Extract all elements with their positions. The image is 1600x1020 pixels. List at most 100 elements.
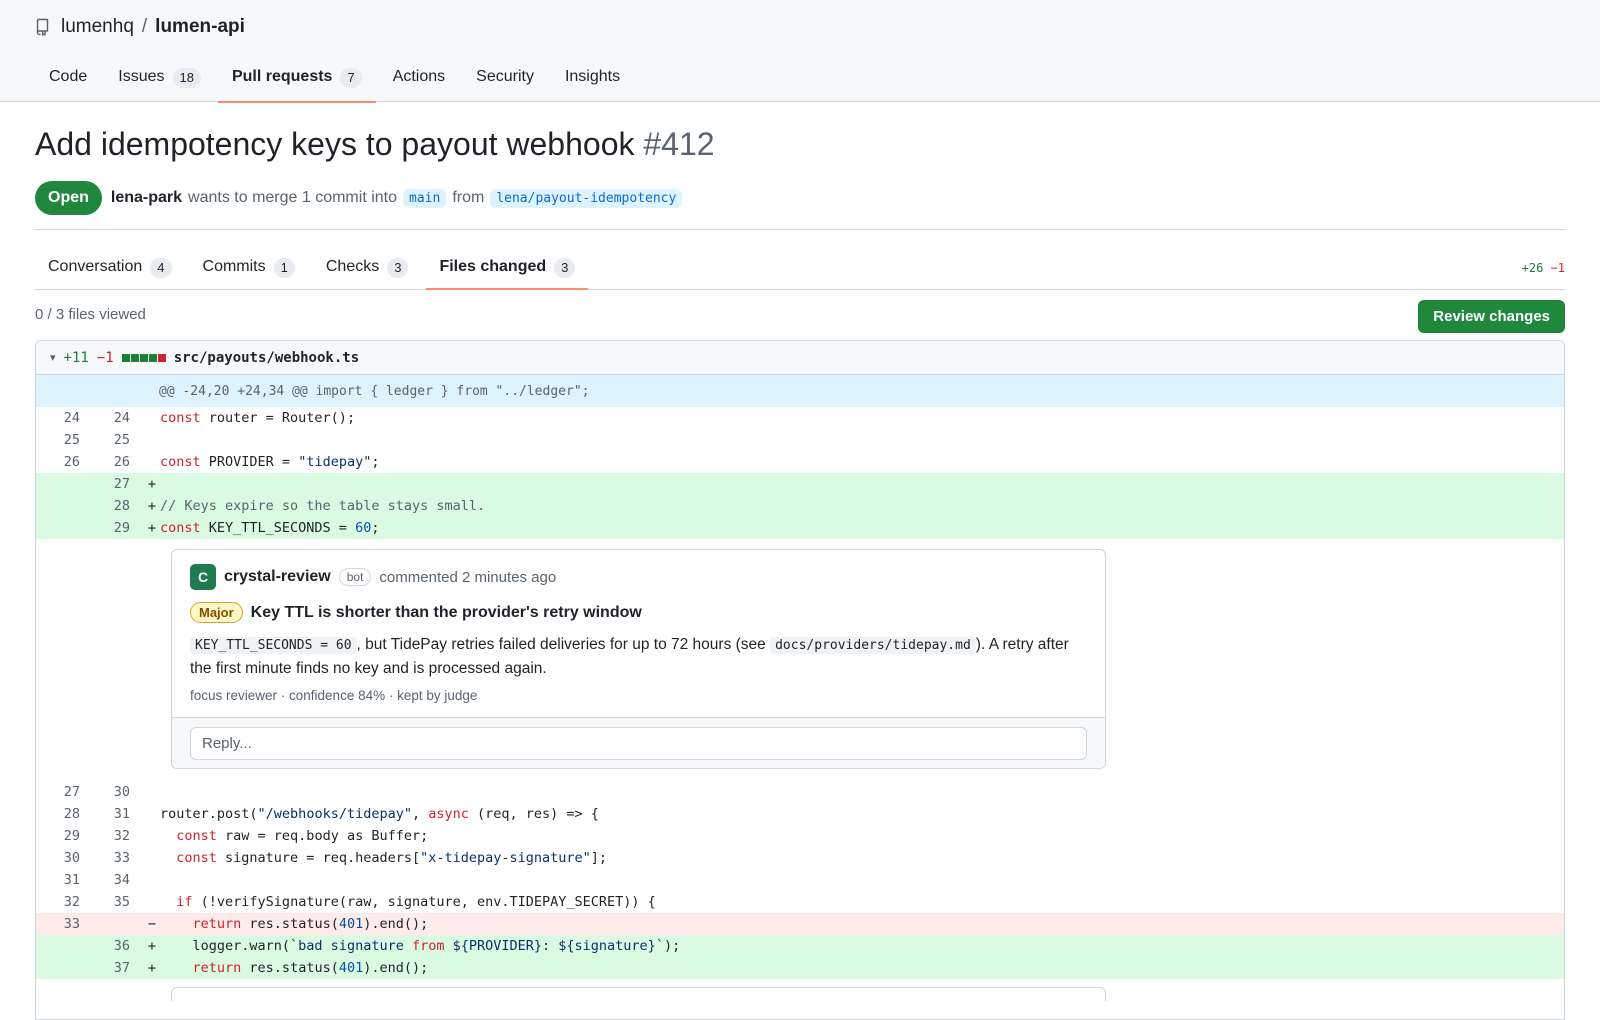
repo-tab-label: Pull requests: [231, 68, 333, 85]
old-line-number[interactable]: 26: [36, 454, 86, 470]
repo-tab-label: Security: [476, 68, 534, 85]
old-line-number[interactable]: 33: [36, 916, 86, 932]
repo-title: lumenhq / lumen-api: [35, 16, 245, 38]
inline-code: KEY_TTL_SECONDS = 60: [190, 637, 357, 654]
diffstat-block: [130, 353, 139, 362]
diff-line: 28 31 router.post("/webhooks/tidepay", as…: [36, 803, 1564, 825]
old-line-number[interactable]: 24: [36, 410, 86, 426]
line-code: const raw = req.body as Buffer;: [176, 828, 429, 844]
hunk-header[interactable]: @@ -24,20 +24,34 @@ import { ledger } fr…: [36, 375, 1564, 407]
comment-footer: focus reviewer · confidence 84% · kept b…: [190, 688, 478, 703]
file-path-link[interactable]: src/payouts/webhook.ts: [174, 350, 359, 366]
new-line-number[interactable]: 36: [86, 938, 136, 954]
diffstat-block: [139, 353, 148, 362]
diff-line: 32 35 if (!verifySignature(raw, signature…: [36, 891, 1564, 913]
line-code: return res.status(401).end();: [192, 916, 429, 932]
head-branch[interactable]: lena/payout-idempotency: [490, 188, 683, 208]
old-line-number[interactable]: 28: [36, 806, 86, 822]
new-line-number[interactable]: 31: [86, 806, 136, 822]
tab-files-changed[interactable]: Files changed 3: [426, 248, 589, 290]
line-code: if (!verifySignature(raw, signature, env…: [176, 894, 656, 910]
line-code: const PROVIDER = "tidepay";: [160, 454, 380, 470]
repo-name-link[interactable]: lumen-api: [155, 16, 245, 38]
repo-owner-link[interactable]: lumenhq: [61, 16, 134, 38]
pr-tabs: Conversation 4 Commits 1 Checks 3 Files cha…: [35, 248, 1565, 290]
repo-tab-security[interactable]: Security: [462, 58, 548, 102]
file-diff: ▾ +11 −1 src/payouts/webhook.ts @@ -24,2…: [35, 340, 1565, 1020]
diff-line: 24 24 const router = Router();: [36, 407, 1564, 429]
new-line-number[interactable]: 32: [86, 828, 136, 844]
tab-label: Conversation: [48, 258, 143, 275]
line-code: const signature = req.headers["x-tidepay…: [176, 850, 608, 866]
line-code: logger.warn(`bad signature from ${PROVID…: [160, 938, 681, 954]
base-branch[interactable]: main: [403, 188, 447, 208]
new-line-number[interactable]: 30: [86, 784, 136, 800]
reply-area: [172, 717, 1105, 768]
file-deletions: −1: [96, 349, 114, 366]
pr-author-link[interactable]: lena-park: [111, 189, 182, 207]
new-line-number[interactable]: 29: [86, 520, 136, 536]
comment-body: C crystal-review bot commented 2 minutes…: [172, 550, 1105, 717]
old-line-number[interactable]: 30: [36, 850, 86, 866]
diff-line: 26 26 const PROVIDER = "tidepay";: [36, 451, 1564, 473]
comment-text: KEY_TTL_SECONDS = 60, but TidePay retrie…: [190, 633, 1087, 680]
tab-checks[interactable]: Checks 3: [313, 248, 422, 289]
finding-header: Major Key TTL is shorter than the provid…: [190, 602, 1087, 623]
diffstat-total: +26 −1: [1522, 261, 1565, 275]
new-line-number[interactable]: 33: [86, 850, 136, 866]
comment-author-link[interactable]: crystal-review: [224, 568, 331, 586]
repo-tab-insights[interactable]: Insights: [551, 58, 634, 102]
collapse-chevron-icon[interactable]: ▾: [50, 351, 56, 364]
new-line-number[interactable]: 35: [86, 894, 136, 910]
tab-commits[interactable]: Commits 1: [190, 248, 308, 289]
tab-label: Checks: [325, 258, 380, 275]
tab-conversation[interactable]: Conversation 4: [35, 248, 185, 289]
tab-label: Commits: [202, 258, 266, 275]
diff-line: 29 32 const raw = req.body as Buffer;: [36, 825, 1564, 847]
new-line-number[interactable]: 34: [86, 872, 136, 888]
comment-timestamp[interactable]: commented 2 minutes ago: [379, 569, 556, 586]
old-line-number[interactable]: 31: [36, 872, 86, 888]
tab-label: Files changed: [439, 258, 547, 275]
reply-input[interactable]: [190, 727, 1087, 760]
files-changed-counter: 3: [554, 258, 576, 278]
pr-number: #412: [643, 126, 715, 162]
conversation-counter: 4: [150, 258, 172, 278]
new-line-number[interactable]: 28: [86, 498, 136, 514]
old-line-number[interactable]: 25: [36, 432, 86, 448]
repo-tab-pull-requests[interactable]: Pull requests 7: [217, 58, 376, 103]
diff-line-removed: 33− return res.status(401).end();: [36, 913, 1564, 935]
diffstat-blocks: [121, 353, 166, 362]
repo-tab-code[interactable]: Code: [35, 58, 101, 102]
old-line-number[interactable]: 29: [36, 828, 86, 844]
repo-separator: /: [141, 16, 148, 37]
total-deletions: −1: [1550, 261, 1565, 275]
new-line-number[interactable]: 25: [86, 432, 136, 448]
repo-tab-issues[interactable]: Issues 18: [104, 58, 215, 102]
pr-header-divider: [35, 229, 1565, 230]
diff-line: 27 30: [36, 781, 1564, 803]
pr-title-text: Add idempotency keys to payout webhook: [35, 126, 635, 162]
diff-line: 30 33 const signature = req.headers["x-ti…: [36, 847, 1564, 869]
pr-title: Add idempotency keys to payout webhook #…: [35, 126, 1565, 163]
repo-tab-actions[interactable]: Actions: [379, 58, 459, 102]
checks-counter: 3: [387, 258, 409, 278]
new-line-number[interactable]: 26: [86, 454, 136, 470]
diff-line-added: 27 +: [36, 473, 1564, 495]
avatar[interactable]: C: [190, 564, 216, 590]
review-changes-button[interactable]: Review changes: [1418, 300, 1565, 333]
line-code: const router = Router();: [160, 410, 356, 426]
old-line-number[interactable]: 32: [36, 894, 86, 910]
bot-badge: bot: [338, 568, 372, 586]
line-code: router.post("/webhooks/tidepay", async (…: [160, 806, 599, 822]
new-line-number[interactable]: 27: [86, 476, 136, 492]
line-code: return res.status(401).end();: [192, 960, 429, 976]
old-line-number[interactable]: 27: [36, 784, 86, 800]
new-line-number[interactable]: 24: [86, 410, 136, 426]
total-additions: +26: [1521, 261, 1544, 275]
pull-requests-counter: 7: [340, 68, 362, 88]
diff-line: 25 25: [36, 429, 1564, 451]
pr-header: Add idempotency keys to payout webhook #…: [35, 126, 1565, 215]
new-line-number[interactable]: 37: [86, 960, 136, 976]
repo-tab-label: Actions: [392, 68, 446, 85]
